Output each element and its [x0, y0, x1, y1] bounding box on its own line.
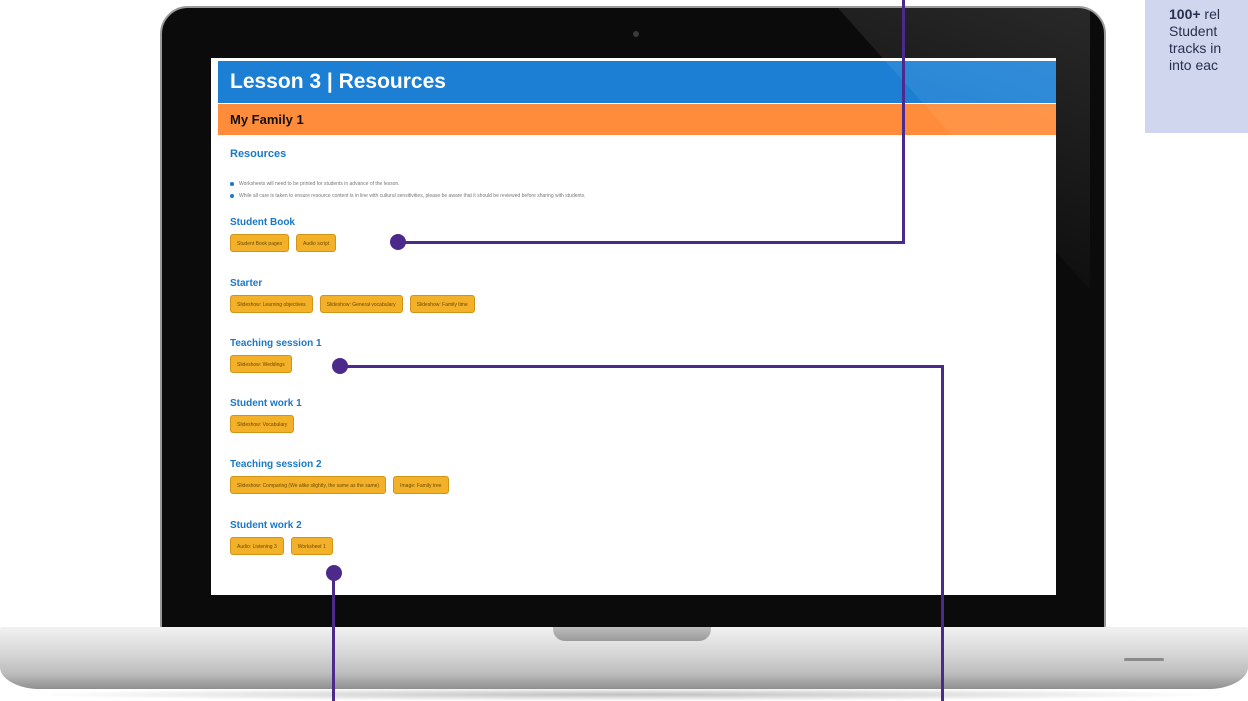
callout-line	[340, 365, 944, 368]
callout-line	[902, 0, 905, 243]
info-text: rel	[1200, 6, 1220, 22]
webcam	[633, 31, 639, 37]
resource-button[interactable]: Slideshow: Vocabulary	[230, 415, 295, 433]
section-teaching-session-2: Teaching session 2 Slideshow: Comparing …	[230, 459, 449, 494]
resource-button[interactable]: Slideshow: General vocabulary	[319, 295, 403, 313]
laptop-speaker	[1124, 658, 1164, 661]
page-title: Lesson 3 | Resources	[218, 61, 1056, 103]
note-text: Worksheets will need to be printed for s…	[239, 181, 400, 187]
section-title: Teaching session 1	[230, 338, 322, 349]
resource-button[interactable]: Slideshow: Learning objectives	[230, 295, 313, 313]
resource-button[interactable]: Audio: Listening 3	[230, 537, 284, 555]
bullet-icon	[230, 194, 234, 198]
info-callout-box: 100+ rel Student tracks in into eac	[1145, 0, 1248, 133]
notes-list: Worksheets will need to be printed for s…	[230, 178, 1050, 202]
laptop-hinge-notch	[553, 627, 711, 641]
resource-button[interactable]: Slideshow: Family time	[409, 295, 475, 313]
section-title: Teaching session 2	[230, 459, 322, 470]
section-title: Starter	[230, 278, 263, 289]
section-title: Student Book	[230, 217, 295, 228]
bullet-icon	[230, 182, 234, 186]
section-teaching-session-1: Teaching session 1 Slideshow: Weddings	[230, 338, 322, 373]
callout-dot	[332, 358, 348, 374]
laptop-screen: Lesson 3 | Resources My Family 1 Resourc…	[211, 58, 1056, 595]
section-title: Student work 1	[230, 398, 302, 409]
info-line: 100+ rel	[1169, 6, 1248, 23]
section-student-work-1: Student work 1 Slideshow: Vocabulary	[230, 398, 302, 433]
note-text: While all care is taken to ensure resour…	[239, 193, 586, 199]
info-line: into eac	[1169, 57, 1219, 73]
callout-dot	[326, 565, 342, 581]
section-student-work-2: Student work 2 Audio: Listening 3 Worksh…	[230, 520, 333, 555]
resources-heading: Resources	[230, 148, 287, 160]
info-line: tracks in	[1169, 40, 1222, 56]
callout-dot	[390, 234, 406, 250]
info-line: Student	[1169, 23, 1218, 39]
section-student-book: Student Book Student Book pages Audio sc…	[230, 217, 337, 252]
resource-button[interactable]: Audio script	[296, 234, 337, 252]
laptop-shadow	[20, 688, 1228, 701]
callout-line	[941, 365, 944, 701]
section-title: Student work 2	[230, 520, 302, 531]
callout-line	[398, 241, 905, 244]
info-highlight: 100+	[1169, 6, 1201, 22]
lesson-subtitle: My Family 1	[218, 104, 1056, 135]
resource-button[interactable]: Slideshow: Comparing (We alike slightly,…	[230, 476, 387, 494]
section-starter: Starter Slideshow: Learning objectives S…	[230, 278, 475, 313]
callout-line	[332, 573, 335, 701]
resource-button[interactable]: Student Book pages	[230, 234, 290, 252]
resource-button[interactable]: Image: Family tree	[393, 476, 449, 494]
resource-button[interactable]: Worksheet 1	[290, 537, 333, 555]
note-item: While all care is taken to ensure resour…	[230, 190, 1050, 202]
resource-button[interactable]: Slideshow: Weddings	[230, 355, 292, 373]
note-item: Worksheets will need to be printed for s…	[230, 178, 1050, 190]
